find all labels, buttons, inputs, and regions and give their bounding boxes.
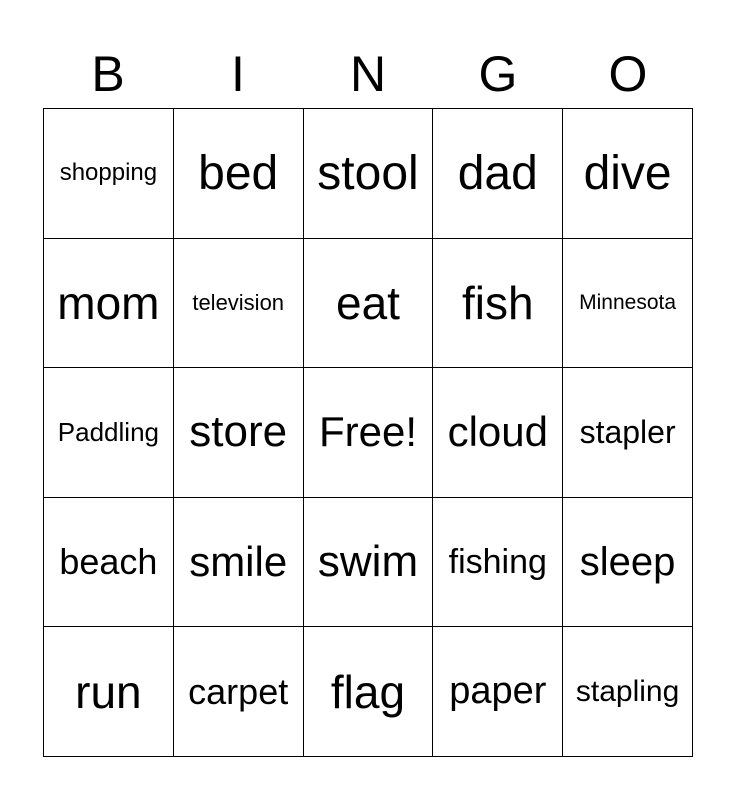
bingo-cell: sleep — [563, 497, 693, 628]
bingo-header: B I N G O — [43, 40, 693, 108]
bingo-cell: dive — [563, 109, 693, 239]
header-letter-o: O — [608, 46, 648, 102]
bingo-cell: shopping — [44, 109, 174, 239]
bingo-cell: store — [173, 368, 304, 498]
bingo-cell: cloud — [433, 368, 564, 498]
bingo-cell: mom — [44, 238, 174, 369]
bingo-cell: run — [44, 627, 174, 757]
bingo-cell: dad — [433, 109, 564, 239]
header-letter-g: G — [478, 46, 518, 102]
bingo-grid: shopping bed stool dad dive mom television eat f… — [43, 108, 693, 757]
bingo-cell: stapler — [563, 368, 693, 498]
bingo-cell: television — [173, 238, 304, 369]
header-letter-i: I — [231, 46, 245, 102]
bingo-cell: fish — [433, 238, 564, 369]
header-letter-n: N — [349, 46, 387, 102]
header-letter-b: B — [91, 46, 125, 102]
bingo-cell: fishing — [433, 497, 564, 628]
bingo-cell: Minnesota — [563, 238, 693, 369]
bingo-cell: carpet — [173, 627, 304, 757]
bingo-cell: stool — [303, 109, 434, 239]
bingo-cell: eat — [303, 238, 434, 369]
bingo-cell: Free! — [303, 368, 434, 498]
bingo-cell: smile — [173, 497, 304, 628]
bingo-cell: Paddling — [44, 368, 174, 498]
bingo-cell: paper — [433, 627, 564, 757]
bingo-cell: flag — [303, 627, 434, 757]
bingo-cell: stapling — [563, 627, 693, 757]
bingo-cell: bed — [173, 109, 304, 239]
bingo-cell: swim — [303, 497, 434, 628]
bingo-cell: beach — [44, 497, 174, 628]
